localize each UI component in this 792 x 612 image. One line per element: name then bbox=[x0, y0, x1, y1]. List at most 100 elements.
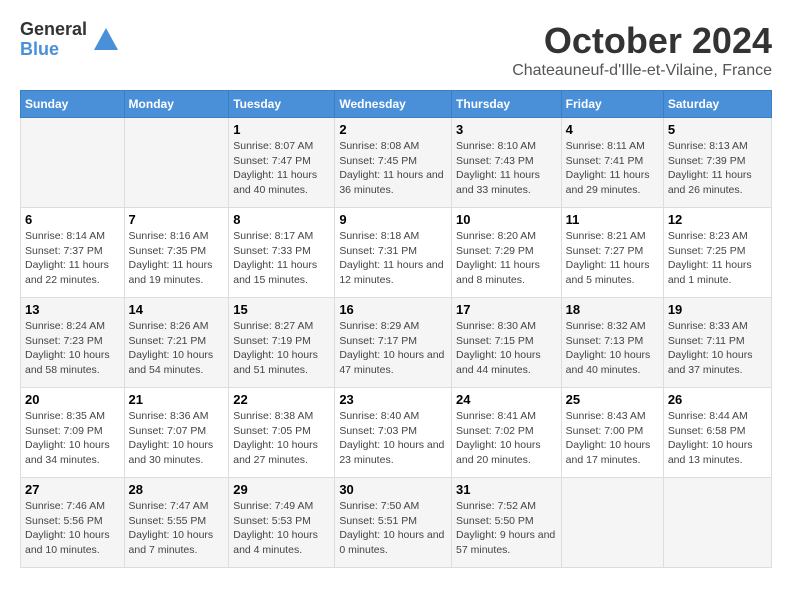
calendar-cell: 30Sunrise: 7:50 AM Sunset: 5:51 PM Dayli… bbox=[335, 478, 452, 568]
location-title: Chateauneuf-d'Ille-et-Vilaine, France bbox=[512, 62, 772, 80]
calendar-week-row: 27 Sunrise: 7:46 AM Sunset: 5:56 PM Dayli… bbox=[21, 478, 772, 568]
calendar-week-row: 1Sunrise: 8:07 AM Sunset: 7:47 PM Daylig… bbox=[21, 118, 772, 208]
day-number: 10 bbox=[456, 212, 557, 227]
calendar-cell: 12 Sunrise: 8:23 AM Sunset: 7:25 PM Dayli… bbox=[663, 208, 771, 298]
day-number: 4 bbox=[566, 122, 659, 137]
calendar-cell: 29 Sunrise: 7:49 AM Sunset: 5:53 PM Dayli… bbox=[229, 478, 335, 568]
day-detail: Sunrise: 8:13 AM Sunset: 7:39 PM Dayligh… bbox=[668, 139, 767, 198]
day-number: 15 bbox=[233, 302, 330, 317]
day-number: 21 bbox=[129, 392, 225, 407]
day-detail: Sunrise: 8:35 AM Sunset: 7:09 PM Dayligh… bbox=[25, 409, 120, 468]
day-number: 31 bbox=[456, 482, 557, 497]
day-number: 29 bbox=[233, 482, 330, 497]
day-detail: Sunrise: 8:21 AM Sunset: 7:27 PM Dayligh… bbox=[566, 229, 659, 288]
day-detail: Sunrise: 8:29 AM Sunset: 7:17 PM Dayligh… bbox=[339, 319, 447, 378]
day-number: 12 bbox=[668, 212, 767, 227]
day-header-sunday: Sunday bbox=[21, 91, 125, 118]
calendar-cell: 22 Sunrise: 8:38 AM Sunset: 7:05 PM Dayli… bbox=[229, 388, 335, 478]
day-number: 28 bbox=[129, 482, 225, 497]
day-number: 26 bbox=[668, 392, 767, 407]
day-number: 16 bbox=[339, 302, 447, 317]
calendar-cell: 10 Sunrise: 8:20 AM Sunset: 7:29 PM Dayli… bbox=[452, 208, 562, 298]
calendar-cell: 1Sunrise: 8:07 AM Sunset: 7:47 PM Daylig… bbox=[229, 118, 335, 208]
day-detail: Sunrise: 8:08 AM Sunset: 7:45 PM Dayligh… bbox=[339, 139, 447, 198]
calendar-cell: 31 Sunrise: 7:52 AM Sunset: 5:50 PM Dayli… bbox=[452, 478, 562, 568]
calendar-week-row: 20 Sunrise: 8:35 AM Sunset: 7:09 PM Dayli… bbox=[21, 388, 772, 478]
calendar-cell: 7Sunrise: 8:16 AM Sunset: 7:35 PM Daylig… bbox=[124, 208, 229, 298]
day-number: 25 bbox=[566, 392, 659, 407]
calendar-cell: 16 Sunrise: 8:29 AM Sunset: 7:17 PM Dayli… bbox=[335, 298, 452, 388]
day-header-thursday: Thursday bbox=[452, 91, 562, 118]
day-detail: Sunrise: 7:46 AM Sunset: 5:56 PM Dayligh… bbox=[25, 499, 120, 558]
calendar-cell: 5 Sunrise: 8:13 AM Sunset: 7:39 PM Daylig… bbox=[663, 118, 771, 208]
logo-blue: Blue bbox=[20, 40, 87, 60]
calendar-header-row: SundayMondayTuesdayWednesdayThursdayFrid… bbox=[21, 91, 772, 118]
day-header-wednesday: Wednesday bbox=[335, 91, 452, 118]
calendar-cell bbox=[663, 478, 771, 568]
page-header: General Blue October 2024 Chateauneuf-d'… bbox=[20, 20, 772, 80]
day-detail: Sunrise: 7:47 AM Sunset: 5:55 PM Dayligh… bbox=[129, 499, 225, 558]
day-detail: Sunrise: 8:33 AM Sunset: 7:11 PM Dayligh… bbox=[668, 319, 767, 378]
day-number: 14 bbox=[129, 302, 225, 317]
day-detail: Sunrise: 8:24 AM Sunset: 7:23 PM Dayligh… bbox=[25, 319, 120, 378]
calendar-cell: 28 Sunrise: 7:47 AM Sunset: 5:55 PM Dayli… bbox=[124, 478, 229, 568]
calendar-cell: 14 Sunrise: 8:26 AM Sunset: 7:21 PM Dayli… bbox=[124, 298, 229, 388]
day-detail: Sunrise: 8:14 AM Sunset: 7:37 PM Dayligh… bbox=[25, 229, 120, 288]
calendar-cell: 3 Sunrise: 8:10 AM Sunset: 7:43 PM Daylig… bbox=[452, 118, 562, 208]
day-detail: Sunrise: 7:49 AM Sunset: 5:53 PM Dayligh… bbox=[233, 499, 330, 558]
title-section: October 2024 Chateauneuf-d'Ille-et-Vilai… bbox=[512, 20, 772, 80]
day-header-tuesday: Tuesday bbox=[229, 91, 335, 118]
logo: General Blue bbox=[20, 20, 121, 60]
day-detail: Sunrise: 8:30 AM Sunset: 7:15 PM Dayligh… bbox=[456, 319, 557, 378]
calendar-cell: 4Sunrise: 8:11 AM Sunset: 7:41 PM Daylig… bbox=[561, 118, 663, 208]
day-number: 23 bbox=[339, 392, 447, 407]
calendar-cell: 25 Sunrise: 8:43 AM Sunset: 7:00 PM Dayli… bbox=[561, 388, 663, 478]
calendar-cell: 11 Sunrise: 8:21 AM Sunset: 7:27 PM Dayli… bbox=[561, 208, 663, 298]
calendar-week-row: 13Sunrise: 8:24 AM Sunset: 7:23 PM Dayli… bbox=[21, 298, 772, 388]
day-detail: Sunrise: 8:17 AM Sunset: 7:33 PM Dayligh… bbox=[233, 229, 330, 288]
day-detail: Sunrise: 8:36 AM Sunset: 7:07 PM Dayligh… bbox=[129, 409, 225, 468]
day-detail: Sunrise: 8:32 AM Sunset: 7:13 PM Dayligh… bbox=[566, 319, 659, 378]
calendar-cell: 8 Sunrise: 8:17 AM Sunset: 7:33 PM Daylig… bbox=[229, 208, 335, 298]
day-number: 3 bbox=[456, 122, 557, 137]
day-detail: Sunrise: 8:38 AM Sunset: 7:05 PM Dayligh… bbox=[233, 409, 330, 468]
day-number: 20 bbox=[25, 392, 120, 407]
day-detail: Sunrise: 7:52 AM Sunset: 5:50 PM Dayligh… bbox=[456, 499, 557, 558]
day-header-saturday: Saturday bbox=[663, 91, 771, 118]
calendar-cell: 6 Sunrise: 8:14 AM Sunset: 7:37 PM Daylig… bbox=[21, 208, 125, 298]
day-number: 6 bbox=[25, 212, 120, 227]
day-detail: Sunrise: 8:40 AM Sunset: 7:03 PM Dayligh… bbox=[339, 409, 447, 468]
day-detail: Sunrise: 8:26 AM Sunset: 7:21 PM Dayligh… bbox=[129, 319, 225, 378]
day-number: 27 bbox=[25, 482, 120, 497]
day-detail: Sunrise: 8:27 AM Sunset: 7:19 PM Dayligh… bbox=[233, 319, 330, 378]
day-number: 11 bbox=[566, 212, 659, 227]
day-detail: Sunrise: 8:41 AM Sunset: 7:02 PM Dayligh… bbox=[456, 409, 557, 468]
calendar-cell: 23 Sunrise: 8:40 AM Sunset: 7:03 PM Dayli… bbox=[335, 388, 452, 478]
day-header-friday: Friday bbox=[561, 91, 663, 118]
day-number: 5 bbox=[668, 122, 767, 137]
month-title: October 2024 bbox=[512, 20, 772, 62]
calendar-cell: 13Sunrise: 8:24 AM Sunset: 7:23 PM Dayli… bbox=[21, 298, 125, 388]
day-number: 8 bbox=[233, 212, 330, 227]
calendar-cell: 2Sunrise: 8:08 AM Sunset: 7:45 PM Daylig… bbox=[335, 118, 452, 208]
calendar-cell: 18 Sunrise: 8:32 AM Sunset: 7:13 PM Dayli… bbox=[561, 298, 663, 388]
day-detail: Sunrise: 8:16 AM Sunset: 7:35 PM Dayligh… bbox=[129, 229, 225, 288]
day-number: 17 bbox=[456, 302, 557, 317]
calendar-cell bbox=[561, 478, 663, 568]
calendar-table: SundayMondayTuesdayWednesdayThursdayFrid… bbox=[20, 90, 772, 568]
day-number: 18 bbox=[566, 302, 659, 317]
day-detail: Sunrise: 8:10 AM Sunset: 7:43 PM Dayligh… bbox=[456, 139, 557, 198]
calendar-cell: 15 Sunrise: 8:27 AM Sunset: 7:19 PM Dayli… bbox=[229, 298, 335, 388]
logo-icon bbox=[91, 25, 121, 55]
calendar-cell: 19Sunrise: 8:33 AM Sunset: 7:11 PM Dayli… bbox=[663, 298, 771, 388]
day-detail: Sunrise: 8:43 AM Sunset: 7:00 PM Dayligh… bbox=[566, 409, 659, 468]
day-detail: Sunrise: 8:07 AM Sunset: 7:47 PM Dayligh… bbox=[233, 139, 330, 198]
day-detail: Sunrise: 8:20 AM Sunset: 7:29 PM Dayligh… bbox=[456, 229, 557, 288]
calendar-cell: 9Sunrise: 8:18 AM Sunset: 7:31 PM Daylig… bbox=[335, 208, 452, 298]
calendar-cell: 17 Sunrise: 8:30 AM Sunset: 7:15 PM Dayli… bbox=[452, 298, 562, 388]
day-number: 22 bbox=[233, 392, 330, 407]
day-number: 9 bbox=[339, 212, 447, 227]
day-detail: Sunrise: 8:23 AM Sunset: 7:25 PM Dayligh… bbox=[668, 229, 767, 288]
calendar-cell bbox=[21, 118, 125, 208]
day-number: 30 bbox=[339, 482, 447, 497]
